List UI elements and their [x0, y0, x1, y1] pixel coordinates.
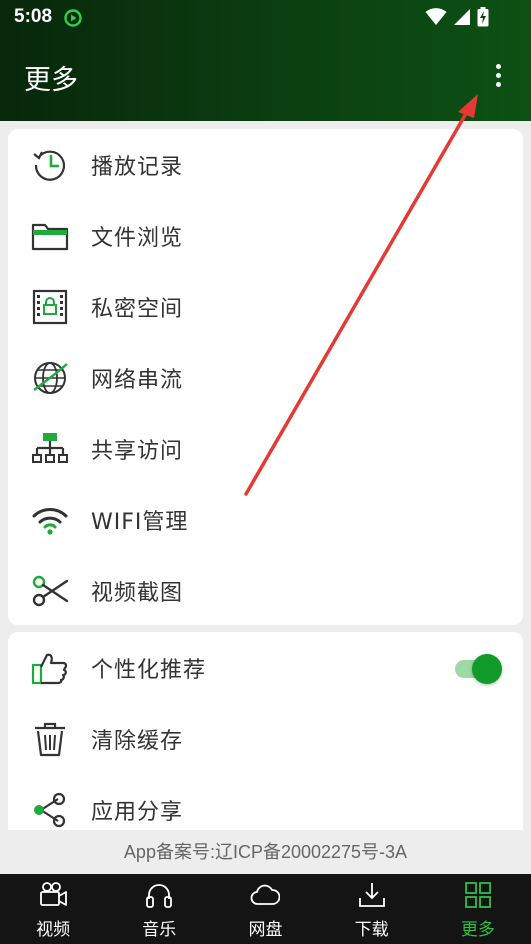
- menu-item-network-stream[interactable]: 网络串流: [8, 342, 523, 413]
- thumbs-up-icon: [30, 648, 70, 688]
- battery-charging-icon: [477, 7, 489, 31]
- menu-item-label: WIFI管理: [91, 509, 189, 535]
- menu-item-file-browse[interactable]: 文件浏览: [8, 200, 523, 271]
- history-clock-icon: [30, 145, 70, 185]
- menu-item-label: 共享访问: [91, 438, 184, 464]
- scissors-icon: [30, 571, 70, 611]
- nav-tab-download[interactable]: 下载: [319, 874, 425, 944]
- wifi-signal-icon: [425, 8, 447, 30]
- app-header: 5:08 更多: [0, 0, 531, 121]
- video-camera-icon: [38, 880, 68, 910]
- globe-icon: [30, 358, 70, 398]
- menu-item-clear-cache[interactable]: 清除缓存: [8, 703, 523, 774]
- personalized-recommend-toggle[interactable]: [455, 652, 502, 684]
- wifi-icon: [30, 500, 70, 540]
- play-notification-icon: [64, 9, 82, 27]
- nav-tab-video[interactable]: 视频: [0, 874, 106, 944]
- cloud-icon: [250, 880, 281, 910]
- download-icon: [357, 880, 387, 910]
- menu-item-app-share[interactable]: 应用分享: [8, 774, 523, 830]
- more-vertical-icon: [495, 63, 501, 69]
- menu-item-label: 应用分享: [91, 799, 184, 825]
- private-lock-icon: [30, 287, 70, 327]
- menu-item-shared-access[interactable]: 共享访问: [8, 413, 523, 484]
- icp-record-text: App备案号:辽ICP备20002275号-3A: [123, 842, 408, 862]
- nav-label: 网盘: [248, 920, 283, 940]
- status-time: 5:08: [14, 6, 53, 27]
- page-title: 更多: [24, 65, 78, 96]
- grid-icon: [463, 880, 493, 910]
- nav-label: 下载: [354, 920, 389, 940]
- nav-label: 更多: [460, 920, 495, 940]
- nav-tab-music[interactable]: 音乐: [106, 874, 212, 944]
- network-tree-icon: [30, 429, 70, 469]
- nav-tab-more[interactable]: 更多: [425, 874, 531, 944]
- headphones-icon: [144, 880, 174, 910]
- menu-item-private-space[interactable]: 私密空间: [8, 271, 523, 342]
- nav-tab-cloud-drive[interactable]: 网盘: [212, 874, 318, 944]
- menu-item-label: 视频截图: [91, 580, 184, 606]
- menu-item-play-history[interactable]: 播放记录: [8, 129, 523, 200]
- more-options-button[interactable]: [484, 58, 512, 92]
- menu-item-personalized-recommend[interactable]: 个性化推荐: [8, 632, 523, 703]
- trash-icon: [30, 719, 70, 759]
- bottom-nav: 视频 音乐 网盘 下载 更多: [0, 874, 531, 944]
- main-menu-card: 播放记录 文件浏览 私密空间 网络串流 共享访问 WIFI管理 视频截图: [8, 129, 523, 625]
- menu-item-wifi-management[interactable]: WIFI管理: [8, 484, 523, 555]
- settings-menu-card: 个性化推荐 清除缓存 应用分享: [8, 632, 523, 830]
- menu-item-video-screenshot[interactable]: 视频截图: [8, 555, 523, 626]
- menu-item-label: 个性化推荐: [91, 657, 207, 683]
- status-bar: 5:08: [0, 0, 531, 36]
- menu-item-label: 清除缓存: [91, 728, 184, 754]
- share-icon: [30, 790, 70, 830]
- menu-item-label: 私密空间: [91, 296, 184, 322]
- nav-label: 视频: [36, 920, 71, 940]
- menu-item-label: 网络串流: [91, 367, 184, 393]
- folder-icon: [30, 216, 70, 256]
- nav-label: 音乐: [142, 920, 177, 940]
- menu-item-label: 文件浏览: [91, 225, 184, 251]
- cell-signal-icon: [453, 8, 471, 30]
- menu-item-label: 播放记录: [91, 154, 184, 180]
